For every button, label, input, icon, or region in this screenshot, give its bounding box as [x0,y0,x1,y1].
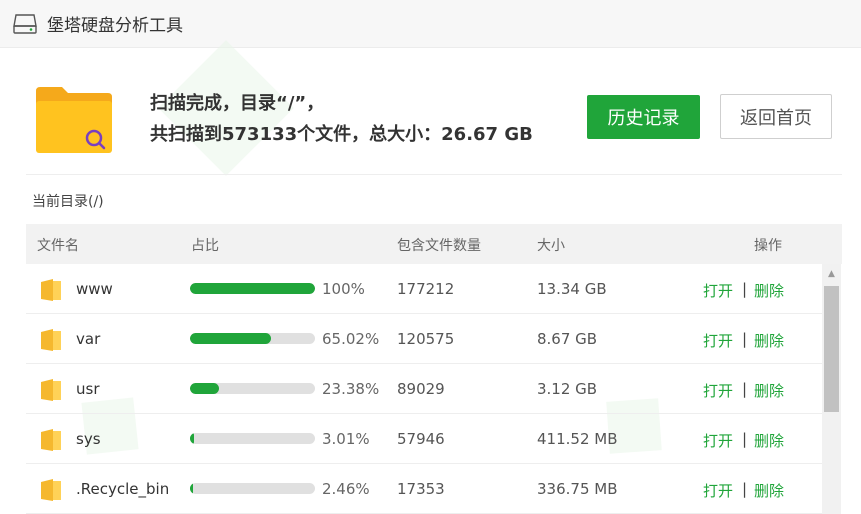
ratio-text: 3.01% [322,430,370,448]
delete-link[interactable]: 删除 [754,480,784,501]
file-name: .Recycle_bin [76,480,170,498]
table-row: .Recycle_bin 2.46% 17353 336.75 MB 打开 | … [26,464,822,514]
file-size: 3.12 GB [537,380,598,398]
ratio-bar-fill [190,333,272,344]
table-row: www 100% 177212 13.34 GB 打开 | 删除 [26,264,822,314]
open-link[interactable]: 打开 [703,280,733,301]
ratio-text: 2.46% [322,480,370,498]
ratio-text: 23.38% [322,380,380,398]
file-count: 57946 [397,430,445,448]
history-button[interactable]: 历史记录 [587,95,700,139]
table-row: usr 23.38% 89029 3.12 GB 打开 | 删除 [26,364,822,414]
folder-icon [41,279,61,301]
file-table-body: www 100% 177212 13.34 GB 打开 | 删除 var 65.… [26,264,822,514]
back-home-button[interactable]: 返回首页 [720,94,832,139]
current-directory: 当前目录(/) [32,194,104,210]
action-separator: | [742,280,748,298]
ratio-text: 100% [322,280,365,298]
folder-icon [41,379,61,401]
delete-link[interactable]: 删除 [754,280,784,301]
file-name: usr [76,380,100,398]
scan-summary: 扫描完成，目录“/”， 共扫描到573133个文件，总大小：26.67 GB 历… [0,48,861,174]
ratio-text: 65.02% [322,330,380,348]
scrollbar-thumb[interactable] [824,286,839,412]
open-link[interactable]: 打开 [703,430,733,451]
ratio-bar [190,283,315,294]
file-count: 17353 [397,480,445,498]
ratio-bar-fill [190,283,315,294]
file-size: 336.75 MB [537,480,618,498]
action-separator: | [742,430,748,448]
title-bar: 堡塔硬盘分析工具 [0,0,861,48]
ratio-bar-fill [190,483,194,494]
folder-search-icon [36,87,112,153]
window-title: 堡塔硬盘分析工具 [47,16,183,36]
column-header-size: 大小 [537,238,565,254]
delete-link[interactable]: 删除 [754,330,784,351]
scan-result-text: 扫描完成，目录“/”， 共扫描到573133个文件，总大小：26.67 GB [150,88,533,150]
ratio-bar-fill [190,383,220,394]
divider [26,174,842,175]
column-header-action: 操作 [754,238,782,254]
open-link[interactable]: 打开 [703,330,733,351]
ratio-bar [190,383,315,394]
action-separator: | [742,380,748,398]
scan-totals: 共扫描到573133个文件，总大小：26.67 GB [150,124,533,145]
file-size: 13.34 GB [537,280,607,298]
file-name: var [76,330,101,348]
file-size: 411.52 MB [537,430,618,448]
app-window: 堡塔硬盘分析工具 扫描完成，目录“/”， 共扫描到573133个文件，总大小：2… [0,0,861,514]
file-size: 8.67 GB [537,330,598,348]
ratio-bar [190,333,315,344]
table-row: sys 3.01% 57946 411.52 MB 打开 | 删除 [26,414,822,464]
ratio-bar-fill [190,433,194,444]
action-separator: | [742,330,748,348]
file-count: 177212 [397,280,455,298]
open-link[interactable]: 打开 [703,480,733,501]
file-count: 89029 [397,380,445,398]
vertical-scrollbar[interactable]: ▲ [822,264,841,514]
file-count: 120575 [397,330,455,348]
delete-link[interactable]: 删除 [754,380,784,401]
column-header-name: 文件名 [37,238,79,254]
table-row: var 65.02% 120575 8.67 GB 打开 | 删除 [26,314,822,364]
delete-link[interactable]: 删除 [754,430,784,451]
hard-disk-icon [13,13,37,34]
scan-status: 扫描完成，目录“/”， [150,93,325,114]
column-header-count: 包含文件数量 [397,238,481,254]
scroll-up-arrow-icon[interactable]: ▲ [822,264,841,284]
column-header-ratio: 占比 [191,238,219,254]
table-header: 文件名 占比 包含文件数量 大小 操作 [26,224,842,264]
file-name: www [76,280,113,298]
folder-icon [41,479,61,501]
ratio-bar [190,483,315,494]
file-name: sys [76,430,101,448]
ratio-bar [190,433,315,444]
folder-icon [41,429,61,451]
open-link[interactable]: 打开 [703,380,733,401]
action-separator: | [742,480,748,498]
folder-icon [41,329,61,351]
